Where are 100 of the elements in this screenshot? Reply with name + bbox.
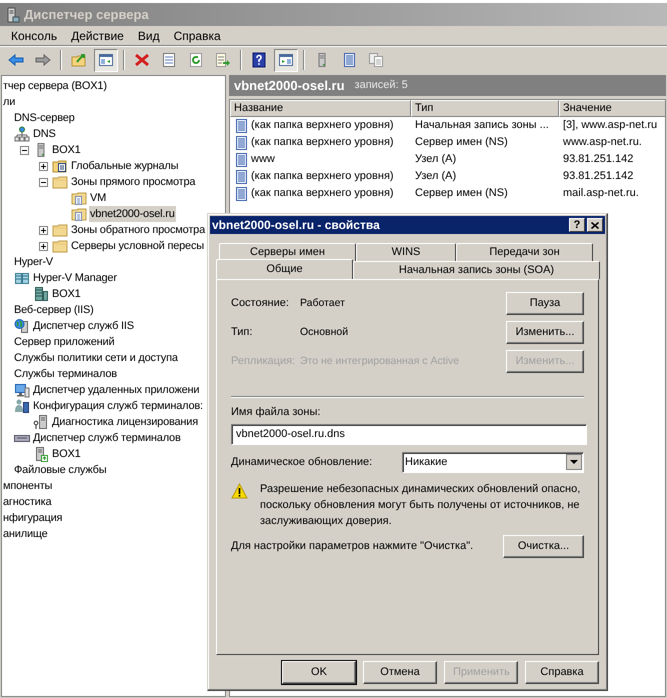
tree-item[interactable]: Сервер приложений — [13, 334, 116, 350]
tree-item[interactable]: BOX1 — [51, 142, 82, 158]
expand-toggle[interactable] — [38, 242, 48, 250]
tab[interactable]: WINS — [356, 243, 456, 261]
column-header[interactable]: Название — [230, 100, 411, 117]
network-icon — [14, 126, 30, 142]
people-server-icon — [14, 398, 30, 414]
tree-item[interactable]: Глобальные журналы — [70, 158, 180, 174]
table-cell: Узел (A) — [415, 170, 456, 182]
table-cell: mail.asp-net.ru. — [563, 187, 639, 200]
column-header[interactable]: Значение — [559, 100, 665, 117]
table-cell-text: (как папка верхнего уровня) — [251, 118, 394, 134]
menu-item[interactable]: Вид — [130, 26, 167, 44]
table-cell: [3], www.asp-net.ru — [563, 119, 658, 132]
expand-toggle[interactable] — [20, 146, 28, 154]
dialog-button[interactable]: Изменить... — [506, 321, 584, 344]
monitor-icon — [14, 382, 30, 398]
tree-item[interactable]: Веб-сервер (IIS) — [13, 302, 95, 318]
globe-server-icon — [14, 318, 30, 334]
help-icon — [251, 52, 267, 68]
log-book-icon — [52, 158, 68, 174]
window-title: Диспетчер сервера — [24, 6, 149, 24]
tree-item[interactable]: Серверы условной пересы — [70, 238, 205, 254]
tree-item[interactable]: Зоны прямого просмотра — [70, 174, 196, 190]
tree-item[interactable]: Зоны обратного просмотра — [70, 222, 206, 238]
menu-item[interactable]: Справка — [166, 26, 228, 44]
tab[interactable]: Общие — [216, 259, 353, 279]
notepad-icon — [233, 134, 249, 150]
dialog-button[interactable]: Очистка... — [503, 534, 584, 558]
dialog-button[interactable]: Пауза — [506, 292, 584, 315]
panel-window-icon — [278, 52, 294, 68]
menu-item[interactable]: Действие — [64, 26, 131, 44]
tree-item[interactable]: VM — [89, 190, 108, 206]
tree-item[interactable]: нфигурация — [2, 510, 64, 526]
tree-item[interactable]: мпоненты — [2, 478, 54, 494]
tree-item[interactable]: Службы политики сети и доступа — [13, 350, 179, 366]
notepad-icon — [341, 52, 357, 68]
dialog-button[interactable]: OK — [282, 661, 356, 684]
close-icon — [591, 222, 599, 228]
tree-item[interactable]: ли — [2, 94, 16, 110]
menu-item[interactable]: Консоль — [4, 26, 64, 44]
tree-item[interactable]: анилище — [2, 526, 49, 542]
tree-item[interactable]: агностика — [2, 494, 52, 510]
panel-window-icon — [98, 52, 114, 68]
table-cell-text: (как папка верхнего уровня) — [251, 135, 394, 150]
expand-toggle[interactable] — [38, 178, 48, 186]
field-label: Имя файла зоны: — [231, 405, 322, 420]
table-cell: Сервер имен (NS) — [415, 187, 508, 200]
table-cell-text: (как папка верхнего уровня) — [251, 186, 394, 202]
tree-item[interactable]: Hyper-V Manager — [32, 270, 118, 286]
tab[interactable]: Передачи зон — [456, 243, 593, 261]
tree-item[interactable]: Службы терминалов — [13, 366, 118, 382]
tree-item[interactable]: Конфигурация служб терминалов: — [32, 398, 204, 414]
tree-item[interactable]: Диспетчер удаленных приложени — [32, 382, 200, 398]
delete-icon — [134, 52, 150, 68]
folder-arrow-icon — [71, 52, 87, 68]
tree-item[interactable]: Диспетчер служб терминалов — [32, 430, 182, 446]
tree-item[interactable]: Hyper-V — [13, 254, 54, 270]
field-label: Тип: — [231, 325, 254, 340]
scavenging-text: Для настройки параметров нажмите "Очистка". — [231, 538, 474, 554]
table-cell: Сервер имен (NS) — [415, 136, 508, 148]
help-button[interactable]: ? — [569, 218, 585, 232]
folder-icon — [52, 174, 68, 190]
warning-text: Разрешение небезопасных динамических обновлений опасно, поскольку обновления могут быть получены от источников, не заслуживающих доверия. — [260, 482, 582, 528]
server-rack-icon — [14, 270, 30, 286]
column-header[interactable]: Тип — [411, 100, 559, 117]
tree-item[interactable]: vbnet2000-osel.ru — [89, 206, 176, 222]
document-folder-icon — [71, 190, 87, 206]
pages-icon — [368, 52, 384, 68]
field-value: Основной — [300, 324, 350, 340]
document-folder-icon — [71, 206, 87, 222]
dialog-title: vbnet2000-osel.ru - свойства — [212, 217, 380, 234]
zone-file-field[interactable]: vbnet2000-osel.ru.dns — [231, 424, 587, 444]
server-icon — [33, 446, 49, 462]
field-label: Динамическое обновление: — [231, 454, 374, 470]
record-count: записей: 5 — [354, 78, 408, 94]
table-cell: 93.81.251.142 — [563, 153, 634, 166]
tree-item[interactable]: DNS-сервер — [13, 110, 76, 126]
tree-item[interactable]: Диспетчер служб IIS — [32, 318, 135, 334]
tree-item[interactable]: BOX1 — [51, 446, 82, 462]
table-cell: Начальная запись зоны ... — [415, 119, 549, 132]
dialog-button[interactable]: Отмена — [363, 661, 437, 684]
folder-icon — [52, 222, 68, 238]
dialog-button[interactable]: Справка — [525, 661, 599, 684]
update-dropdown[interactable]: Никакие — [402, 452, 584, 472]
expand-toggle[interactable] — [38, 162, 48, 170]
tree-item[interactable]: BOX1 — [51, 286, 82, 302]
close-button[interactable] — [587, 218, 603, 232]
tree-item[interactable]: Диагностика лицензирования — [51, 414, 199, 430]
field-label: Состояние: — [231, 296, 290, 312]
expand-toggle[interactable] — [38, 226, 48, 234]
notepad-icon — [233, 186, 249, 202]
zone-title: vbnet2000-osel.ru — [234, 76, 345, 95]
tree-item[interactable]: тчер сервера (BOX1) — [2, 78, 108, 94]
table-cell: www.asp-net.ru. — [563, 136, 642, 148]
tree-item[interactable]: Файловые службы — [13, 462, 108, 478]
tree-item[interactable]: DNS — [32, 126, 57, 142]
tab[interactable]: Начальная запись зоны (SOA) — [353, 261, 600, 279]
warning-icon — [231, 482, 248, 498]
refresh-icon — [188, 52, 204, 68]
